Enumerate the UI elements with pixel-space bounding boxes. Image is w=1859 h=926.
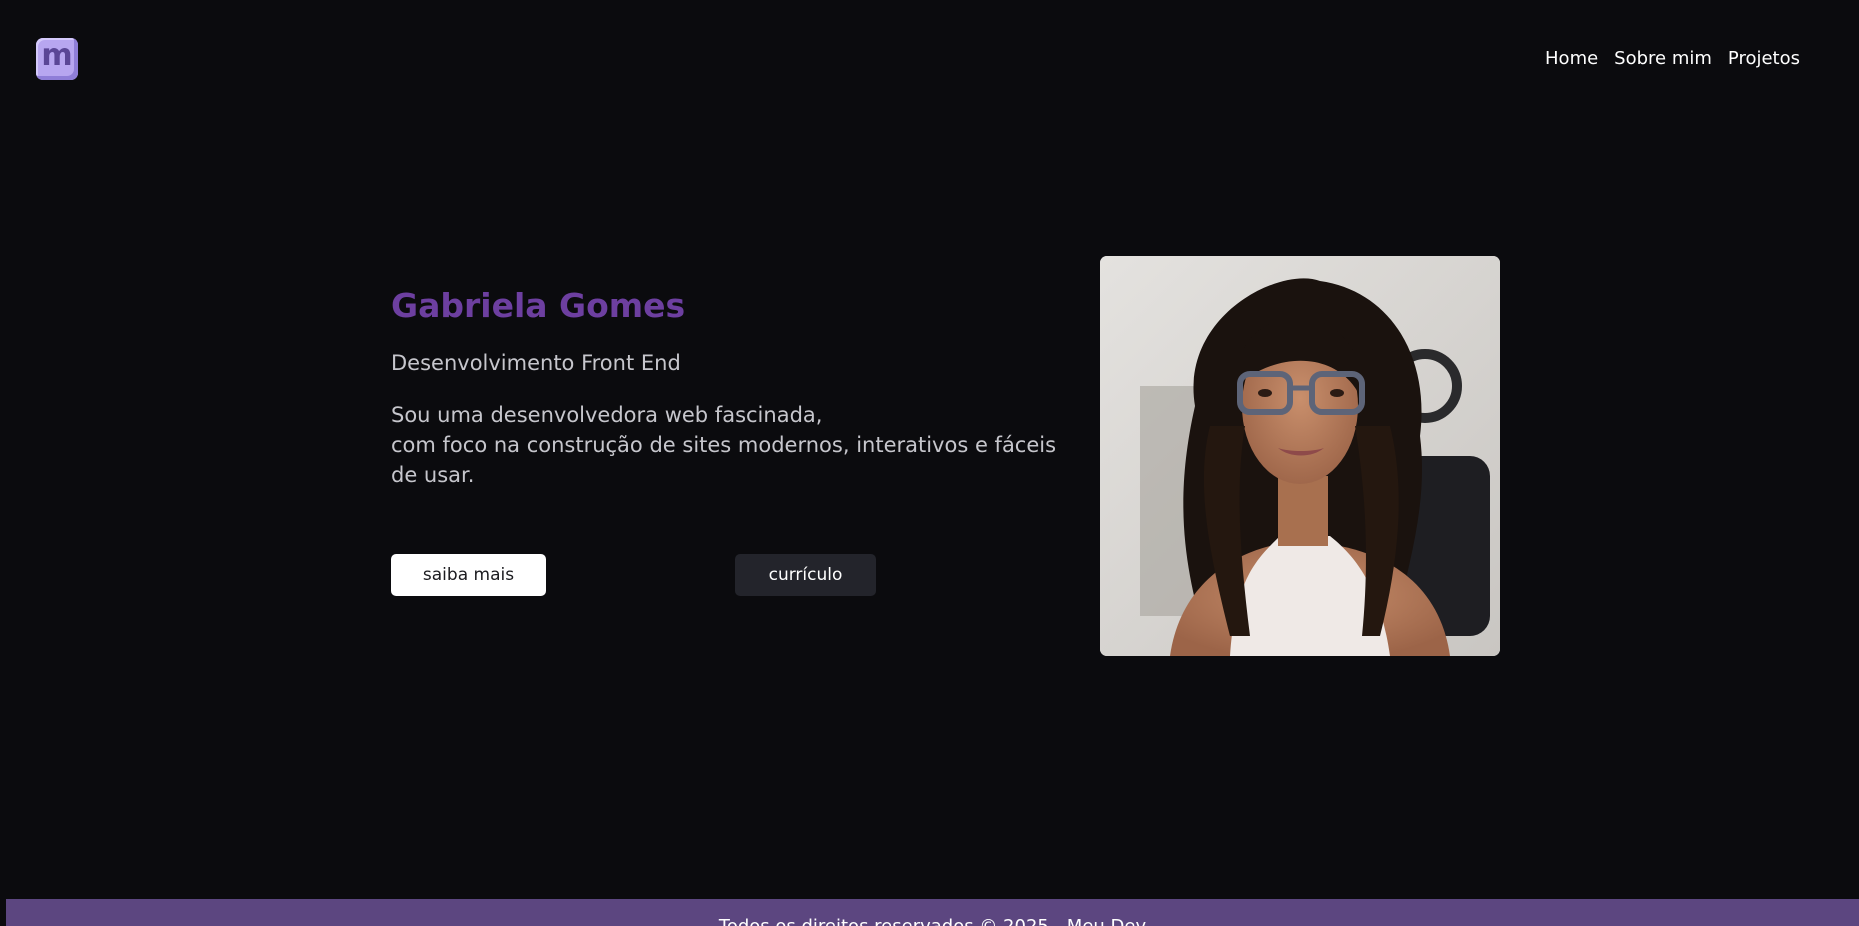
page: m Home Sobre mim Projetos Gabriela Gomes… [0, 0, 1859, 926]
nav-about-link[interactable]: Sobre mim [1614, 48, 1712, 70]
logo-icon[interactable]: m [36, 38, 78, 80]
nav-home-link[interactable]: Home [1545, 48, 1598, 70]
hero-description: Sou uma desenvolvedora web fascinada, com… [391, 400, 1061, 490]
hero-description-line1: Sou uma desenvolvedora web fascinada, [391, 403, 823, 427]
hero-name: Gabriela Gomes [391, 286, 686, 325]
logo-letter: m [41, 38, 73, 73]
main-nav: Home Sobre mim Projetos [1545, 48, 1800, 70]
footer: Todos os direitos reservados © 2025 - Me… [6, 899, 1859, 926]
saiba-mais-button[interactable]: saiba mais [391, 554, 546, 596]
hero-role: Desenvolvimento Front End [391, 351, 681, 375]
profile-photo [1100, 256, 1500, 656]
hero-text: Gabriela Gomes Desenvolvimento Front End… [391, 282, 1071, 490]
hero-description-line2: com foco na construção de sites modernos… [391, 433, 1057, 487]
footer-copyright: Todos os direitos reservados © 2025 - Me… [6, 916, 1859, 926]
nav-projects-link[interactable]: Projetos [1728, 48, 1800, 70]
profile-photo-illustration [1100, 256, 1500, 656]
curriculo-button[interactable]: currículo [735, 554, 876, 596]
